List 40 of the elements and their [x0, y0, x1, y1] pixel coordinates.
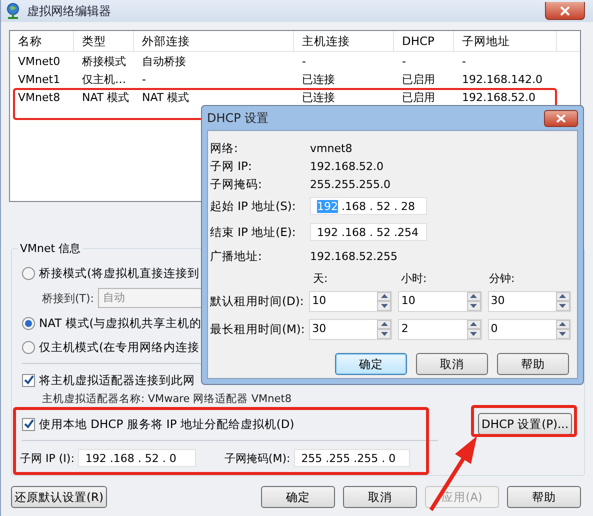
field-value: 255.255.255.0: [310, 178, 390, 190]
table-cell-text: 自动桥接: [141, 54, 187, 68]
column-label: 天:: [313, 271, 329, 287]
column-label: 小时:: [401, 271, 428, 287]
table-cell-text: VMnet8: [17, 90, 62, 104]
adapter-name: 主机虚拟适配器名称: VMware 网络适配器 VMnet8: [41, 392, 293, 407]
field-label: 广播地址:: [210, 248, 263, 264]
table-cell-text: NAT 模式: [141, 90, 190, 104]
field-label: 桥接到(T):: [42, 290, 94, 306]
table-cell-text: 192.168.142.0: [461, 72, 544, 86]
field-label: 结束 IP 地址(E):: [210, 224, 297, 240]
field-value: vmnet8: [310, 142, 352, 154]
table-cell-text: -: [141, 72, 147, 86]
field-value: 192.168.52.255: [310, 250, 398, 262]
field-label: 默认租用时间(D):: [210, 294, 305, 308]
column-label: 分钟:: [489, 271, 516, 287]
field-label: 子网 IP (I):: [20, 450, 74, 466]
table-cell-text: 仅主机…: [81, 72, 127, 86]
field-label: 网络:: [210, 140, 239, 156]
table-cell-text: 已连接: [301, 90, 336, 104]
table-cell-text: VMnet0: [17, 54, 62, 68]
window-title: 虚拟网络编辑器: [27, 2, 111, 20]
table-cell-text: 桥接模式: [81, 54, 127, 68]
table-cell-text: 已连接: [301, 72, 336, 86]
field-label: 起始 IP 地址(S):: [210, 198, 297, 214]
table-cell-text: -: [461, 54, 467, 68]
group-label: VMnet 信息: [18, 241, 83, 256]
field-value: 192.168.52.0: [310, 160, 384, 172]
table-cell-text: VMnet1: [17, 72, 62, 86]
dialog-title: DHCP 设置: [207, 110, 269, 126]
table-cell-text: 192.168.52.0: [461, 90, 536, 104]
table-cell-text: 已启用: [401, 90, 436, 104]
field-label: 子网掩码(M):: [224, 450, 290, 466]
table-cell-text: -: [301, 54, 307, 68]
table-cell-text: -: [401, 54, 407, 68]
table-cell-text: 已启用: [401, 72, 436, 86]
field-label: 子网 IP:: [210, 158, 253, 174]
field-label: 子网掩码:: [210, 176, 263, 192]
table-cell-text: NAT 模式: [81, 90, 130, 104]
field-label: 最长租用时间(M):: [210, 322, 306, 336]
